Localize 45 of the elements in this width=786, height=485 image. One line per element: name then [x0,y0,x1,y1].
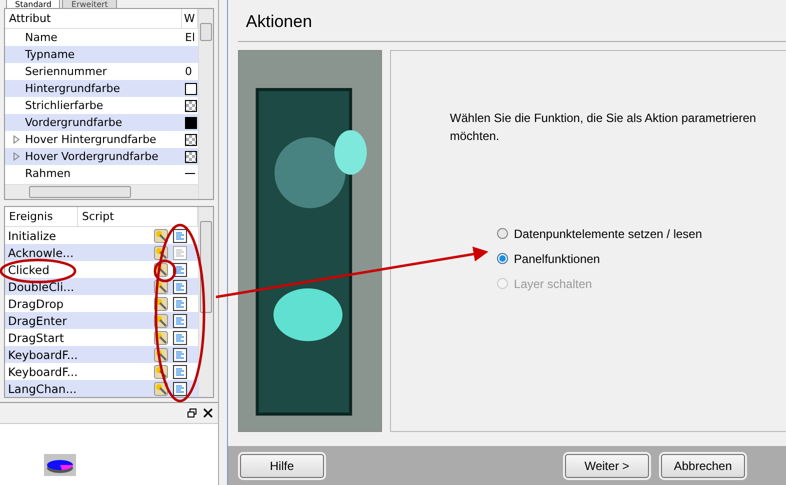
help-button[interactable]: Hilfe [240,454,324,478]
attribute-name: Strichlierfarbe [25,99,104,112]
attribute-name: Seriennummer [25,65,108,78]
attribute-name: Hover Vordergrundfarbe [25,150,160,163]
attribute-name: Typname [25,48,76,61]
script-icon[interactable] [173,364,187,378]
column-header[interactable]: Ereignis [5,207,78,226]
pattern-icon [185,100,197,112]
event-name[interactable]: Clicked [5,262,154,276]
radio-option[interactable]: Panelfunktionen [496,250,786,267]
attribute-name: Hover Hintergrundfarbe [25,133,158,146]
attribute-name: Vordergrundfarbe [25,116,124,129]
script-icon[interactable] [173,228,187,242]
line-style-icon [185,173,195,174]
instruction-text: Wählen Sie die Funktion, die Sie als Aktion parametrieren möchten. [450,110,758,145]
restore-icon[interactable] [186,408,197,418]
annotation-circle [154,260,176,282]
attribute-name: Rahmen [25,167,72,180]
radio-option[interactable]: Datenpunktelemente setzen / lesen [496,225,786,242]
attribute-name: Name [25,31,58,44]
vertical-scrollbar[interactable] [198,9,213,199]
event-name[interactable]: Initialize [5,228,154,242]
attribute-value: 0 [185,65,192,78]
script-icon[interactable] [173,348,187,362]
wizard-button[interactable]: Abbrechen [660,454,745,478]
wizard-button[interactable]: Weiter > [564,454,649,478]
wizard-icon[interactable] [154,382,168,396]
script-icon[interactable] [173,314,187,328]
pie-chart-icon [44,454,76,476]
wizard-icon[interactable] [154,228,168,242]
dialog-title: Aktionen [238,0,786,42]
script-icon[interactable] [173,296,187,310]
event-name[interactable]: DragStart [5,330,154,344]
script-icon[interactable] [173,330,187,344]
close-icon[interactable] [202,408,213,418]
event-name[interactable]: DragDrop [5,296,154,310]
pattern-icon [185,134,197,146]
attribute-value: El [185,31,196,44]
event-name[interactable]: KeyboardF... [5,364,154,378]
horizontal-scrollbar[interactable] [5,184,198,199]
column-header[interactable]: Attribut [5,9,182,28]
pattern-icon [185,150,197,162]
script-icon[interactable] [173,280,187,294]
script-icon[interactable] [173,382,187,396]
attribute-name: Hintergrundfarbe [25,82,122,95]
